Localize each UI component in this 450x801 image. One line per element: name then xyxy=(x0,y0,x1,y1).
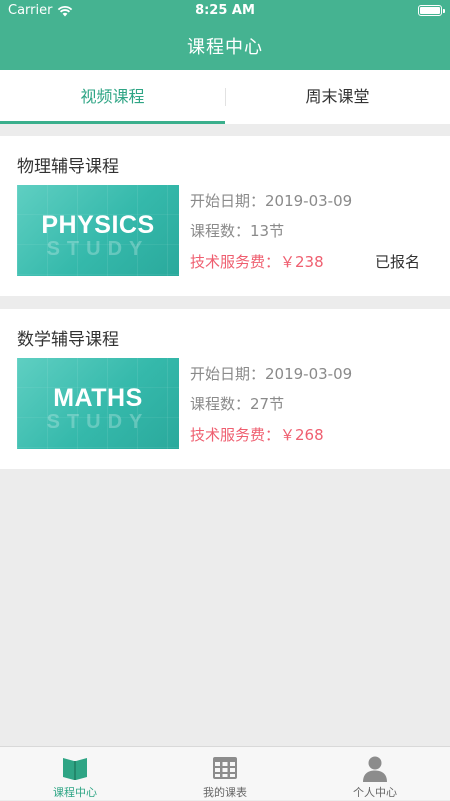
tabbar-personal-center[interactable]: 个人中心 xyxy=(300,747,450,801)
book-icon xyxy=(63,758,87,780)
header: Carrier 8:25 AM 课程中心 xyxy=(0,0,450,70)
tabbar-label: 个人中心 xyxy=(353,786,397,799)
course-title: 数学辅导课程 xyxy=(17,330,119,350)
battery-icon xyxy=(418,5,445,16)
thumbnail-tagline: STUDY xyxy=(46,411,150,433)
bottom-tab-bar: 课程中心 我的课表 个人中心 xyxy=(0,746,450,800)
tabbar-label: 我的课表 xyxy=(203,786,247,799)
battery-fill xyxy=(420,7,440,14)
tabbar-course-center[interactable]: 课程中心 xyxy=(0,747,150,801)
course-thumbnail[interactable]: MATHS STUDY xyxy=(17,358,179,449)
course-card-physics[interactable]: 物理辅导课程 PHYSICS STUDY 开始日期：2019-03-09 课程数… xyxy=(0,136,450,296)
tab-active-indicator xyxy=(0,121,225,124)
tab-video-courses-label: 视频课程 xyxy=(80,87,145,106)
course-start-date: 开始日期：2019-03-09 xyxy=(190,192,353,210)
course-start-date: 开始日期：2019-03-09 xyxy=(190,365,353,383)
course-lesson-count: 课程数：13节 xyxy=(190,222,285,240)
status-bar: Carrier 8:25 AM xyxy=(0,0,450,24)
person-icon xyxy=(363,756,387,782)
tab-weekend-class[interactable]: 周末课堂 xyxy=(225,70,450,124)
tabbar-label: 课程中心 xyxy=(53,786,97,799)
course-fee: 技术服务费：￥268 xyxy=(190,426,324,444)
page-title: 课程中心 xyxy=(187,37,263,58)
tab-weekend-class-label: 周末课堂 xyxy=(305,87,370,106)
course-card-maths[interactable]: 数学辅导课程 MATHS STUDY 开始日期：2019-03-09 课程数：2… xyxy=(0,309,450,469)
thumbnail-subject: PHYSICS xyxy=(41,211,155,239)
tabbar-my-timetable[interactable]: 我的课表 xyxy=(150,747,300,801)
status-time: 8:25 AM xyxy=(195,3,255,18)
course-title: 物理辅导课程 xyxy=(17,157,119,177)
timetable-icon xyxy=(213,757,237,779)
thumbnail-tagline: STUDY xyxy=(46,238,150,260)
tab-video-courses[interactable]: 视频课程 xyxy=(0,70,225,124)
course-thumbnail[interactable]: PHYSICS STUDY xyxy=(17,185,179,276)
enrolled-status: 已报名 xyxy=(375,253,421,271)
course-tabs: 视频课程 周末课堂 xyxy=(0,70,450,124)
course-lesson-count: 课程数：27节 xyxy=(190,395,285,413)
thumbnail-subject: MATHS xyxy=(53,384,143,412)
course-fee: 技术服务费：￥238 xyxy=(190,253,324,271)
